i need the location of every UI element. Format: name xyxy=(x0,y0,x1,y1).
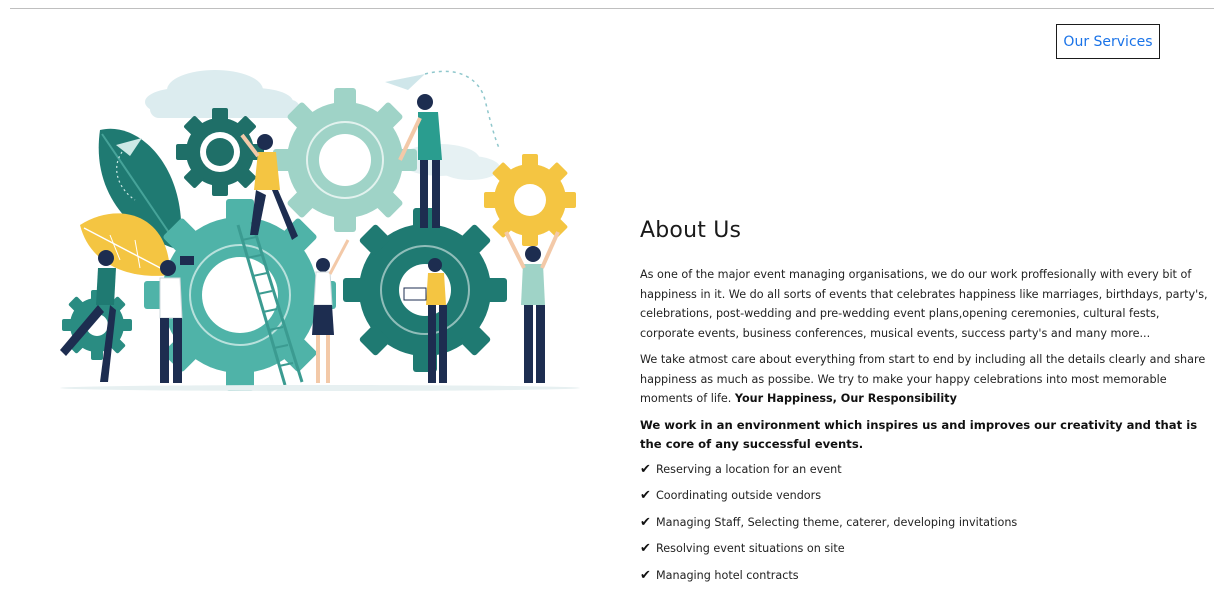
our-services-button[interactable]: Our Services xyxy=(1056,24,1160,59)
paper-plane-icon xyxy=(385,70,501,151)
list-item: ✔ Reserving a location for an event xyxy=(640,461,1214,478)
about-tagline: Your Happiness, Our Responsibility xyxy=(734,392,957,405)
gear-icon xyxy=(484,154,576,246)
about-paragraph-2: We take atmost care about everything fro… xyxy=(640,350,1214,409)
list-item-label: Managing Staff, Selecting theme, caterer… xyxy=(656,515,1018,529)
about-paragraph-3: We work in an environment which inspires… xyxy=(640,417,1198,451)
gear-icon xyxy=(273,88,417,232)
about-section: About Us As one of the major event manag… xyxy=(640,218,1214,593)
list-item: ✔ Coordinating outside vendors xyxy=(640,487,1214,504)
check-icon: ✔ xyxy=(640,461,651,477)
ground-shadow xyxy=(60,385,580,391)
about-title: About Us xyxy=(640,218,742,243)
about-paragraph-1: As one of the major event managing organ… xyxy=(640,268,1208,340)
teamwork-gears-illustration xyxy=(60,70,580,391)
check-icon: ✔ xyxy=(640,567,651,583)
person-figure xyxy=(312,239,350,383)
check-icon: ✔ xyxy=(640,541,651,556)
check-icon: ✔ xyxy=(640,514,651,530)
list-item-label: Managing hotel contracts xyxy=(656,568,799,582)
list-item: ✔ Managing Staff, Selecting theme, catere… xyxy=(640,514,1214,531)
check-icon: ✔ xyxy=(640,488,651,503)
list-item-label: Resolving event situations on site xyxy=(656,542,845,555)
list-item: ✔ Resolving event situations on site xyxy=(640,540,1214,557)
list-item: ✔ Managing hotel contracts xyxy=(640,567,1214,584)
list-item-label: Reserving a location for an event xyxy=(656,462,842,476)
list-item-label: Coordinating outside vendors xyxy=(656,489,822,502)
gear-icon xyxy=(176,108,264,196)
person-figure xyxy=(504,231,560,383)
services-checklist: ✔ Reserving a location for an event ✔ Coor… xyxy=(640,461,1214,584)
top-divider xyxy=(10,8,1214,9)
